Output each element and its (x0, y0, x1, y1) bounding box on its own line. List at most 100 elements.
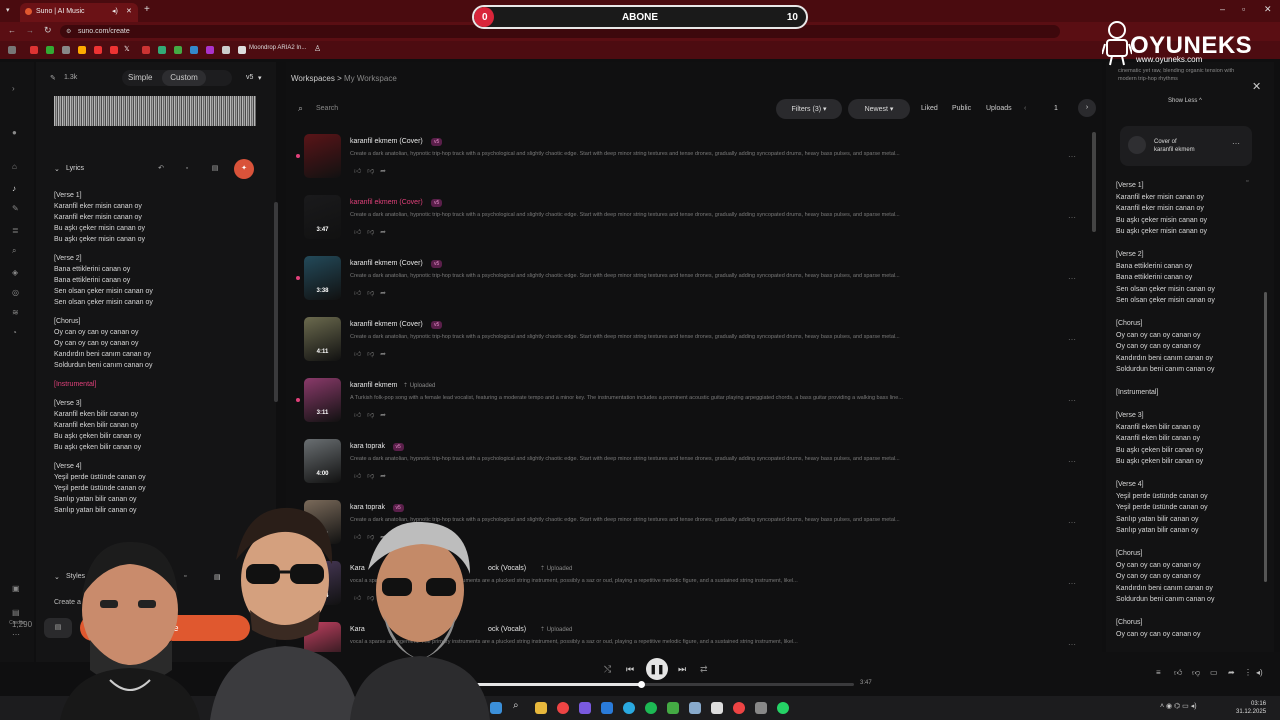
create-icon[interactable]: ♪ (12, 184, 16, 193)
more-icon[interactable]: ⋯ (1068, 640, 1076, 649)
tab-menu-icon[interactable]: ▾ (6, 6, 10, 14)
scrollbar[interactable] (1264, 292, 1267, 582)
bookmark-icon[interactable] (174, 46, 182, 54)
dislike-icon[interactable]: 👎︎ (1192, 668, 1200, 678)
version-select[interactable]: v5 (246, 74, 253, 81)
search-icon[interactable]: ⌕ (12, 246, 16, 256)
credits-counter[interactable]: 1,290 Credits (0, 620, 34, 629)
reload-icon[interactable]: ↻ (44, 25, 52, 36)
bookmark-icon[interactable] (206, 46, 214, 54)
browser-tab[interactable]: Suno | AI Music ◂) ✕ (20, 3, 138, 22)
volume-icon[interactable]: ◂) (1256, 668, 1263, 677)
repeat-icon[interactable]: ⇄ (700, 664, 708, 675)
like-icon[interactable]: 👍︎ (354, 412, 361, 419)
song-row[interactable]: 4:11 karanfil ekmem (Cover) v5 Create a dar… (296, 317, 1076, 377)
app-icon[interactable] (733, 702, 745, 714)
dislike-icon[interactable]: 👎︎ (367, 351, 374, 358)
share-icon[interactable]: ➦ (380, 412, 386, 419)
audio-waveform[interactable] (54, 96, 256, 126)
more-icon[interactable]: ⋯ (1068, 152, 1076, 161)
scrollbar[interactable] (274, 202, 278, 402)
youtube-icon[interactable] (110, 46, 118, 54)
mute-icon[interactable]: ◂) (112, 7, 118, 15)
bookmark-moondrop[interactable]: Moondrop ARIA2 In... (249, 45, 306, 51)
gift-icon[interactable]: ▣ (12, 584, 20, 593)
search-field[interactable]: ⌕ Search (296, 100, 766, 118)
scrollbar[interactable] (1092, 132, 1096, 232)
song-row[interactable]: 3:11 karanfil ekmem ⇡ Uploaded A Turkish fo… (296, 378, 1076, 438)
more-icon[interactable]: ⋯ (1068, 274, 1076, 283)
bookmark-icon[interactable] (158, 46, 166, 54)
song-row[interactable]: 4:00 kara toprak v5 Create a dark anatolian… (296, 439, 1076, 499)
trash-icon[interactable]: ▤ (12, 608, 20, 617)
apps-icon[interactable] (8, 46, 16, 54)
start-icon[interactable] (490, 702, 502, 714)
share-icon[interactable]: ➦ (380, 351, 386, 358)
dislike-icon[interactable]: 👎︎ (367, 290, 374, 297)
expand-icon[interactable]: › (12, 84, 15, 93)
pause-icon[interactable]: ❚❚ (646, 658, 668, 680)
back-icon[interactable]: ← (8, 26, 16, 35)
search-icon[interactable]: ⌕ (513, 700, 519, 711)
next-page-icon[interactable]: › (1078, 99, 1096, 117)
like-icon[interactable]: ✎ (50, 74, 56, 82)
more-icon[interactable]: ⋯ (1068, 396, 1076, 405)
forward-icon[interactable]: → (26, 26, 34, 35)
like-icon[interactable]: 👍︎ (1174, 668, 1182, 678)
app-icon[interactable] (601, 702, 613, 714)
x-icon[interactable]: 𝕏 (124, 45, 130, 53)
minimize-icon[interactable]: – (1220, 4, 1225, 14)
song-title[interactable]: karanfil ekmem (Cover) (350, 260, 423, 267)
song-row[interactable]: 3:47 karanfil ekmem (Cover) v5 Create a dar… (296, 195, 1076, 255)
chevron-down-icon[interactable]: ⌄ (54, 165, 60, 173)
shuffle-icon[interactable]: ⤭ (604, 664, 611, 675)
more-icon[interactable]: ⋯ (1068, 213, 1076, 222)
tray-icons[interactable]: ˄ ◉ ⌬ ▭ ◂) (1160, 702, 1197, 710)
app-icon[interactable] (689, 702, 701, 714)
like-icon[interactable]: 👍︎ (354, 473, 361, 480)
spotify-icon[interactable] (645, 702, 657, 714)
bookmark-icon[interactable] (238, 46, 246, 54)
show-less-button[interactable]: Show Less ^ (1168, 98, 1202, 104)
close-icon[interactable]: ✕ (1252, 80, 1261, 93)
dislike-icon[interactable]: 👎︎ (367, 473, 374, 480)
bookmark-icon[interactable] (78, 46, 86, 54)
song-row[interactable]: karanfil ekmem (Cover) v5 Create a dark an… (296, 134, 1076, 194)
system-clock[interactable]: 03:16 31.12.2025 (1236, 700, 1266, 716)
dislike-icon[interactable]: 👎︎ (367, 168, 374, 175)
song-row[interactable]: 3:38 karanfil ekmem (Cover) v5 Create a dar… (296, 256, 1076, 316)
more-icon[interactable]: ⋯ (12, 630, 20, 639)
more-icon[interactable]: ⋯ (1068, 579, 1076, 588)
breadcrumb-workspaces[interactable]: Workspaces (291, 74, 335, 83)
chrome-icon[interactable] (557, 702, 569, 714)
studio-icon[interactable]: ✎ (12, 204, 19, 213)
bookmark-icon[interactable] (94, 46, 102, 54)
sort-button[interactable]: Newest ▾ (848, 99, 910, 119)
next-icon[interactable]: ⏭ (678, 664, 686, 675)
song-cover[interactable] (304, 134, 341, 178)
close-window-icon[interactable]: ✕ (1264, 4, 1272, 15)
site-info-icon[interactable]: ⚙ (66, 28, 71, 35)
share-icon[interactable]: ➦ (380, 290, 386, 297)
song-title[interactable]: kara toprak (350, 443, 385, 450)
more-icon[interactable]: ⋯ (1232, 139, 1240, 148)
avatar-icon[interactable]: ● (12, 128, 17, 137)
home-icon[interactable]: ⌂ (12, 162, 17, 171)
bookmark-icon[interactable] (142, 46, 150, 54)
maximize-icon[interactable]: ▫ (1242, 4, 1245, 14)
prev-page-icon[interactable]: ‹ (1024, 105, 1026, 112)
dislike-icon[interactable]: 👎︎ (367, 412, 374, 419)
bookmark-icon[interactable] (222, 46, 230, 54)
more-icon[interactable]: ⋯ (1068, 457, 1076, 466)
progress-bar[interactable] (460, 681, 854, 688)
song-title[interactable]: karanfil ekmem (350, 382, 397, 389)
library-icon[interactable]: ≣ (12, 226, 19, 235)
song-title[interactable]: karanfil ekmem (Cover) (350, 321, 423, 328)
bookmark-icon[interactable] (46, 46, 54, 54)
bookmark-icon[interactable] (190, 46, 198, 54)
more-icon[interactable]: ⋮ (1244, 668, 1252, 677)
previous-icon[interactable]: ⏮ (626, 664, 634, 675)
figure-icon[interactable]: ♙ (314, 44, 321, 53)
cover-of-card[interactable]: Cover of karanfil ekmem ⋯ (1120, 126, 1252, 166)
like-icon[interactable]: 👍︎ (354, 290, 361, 297)
